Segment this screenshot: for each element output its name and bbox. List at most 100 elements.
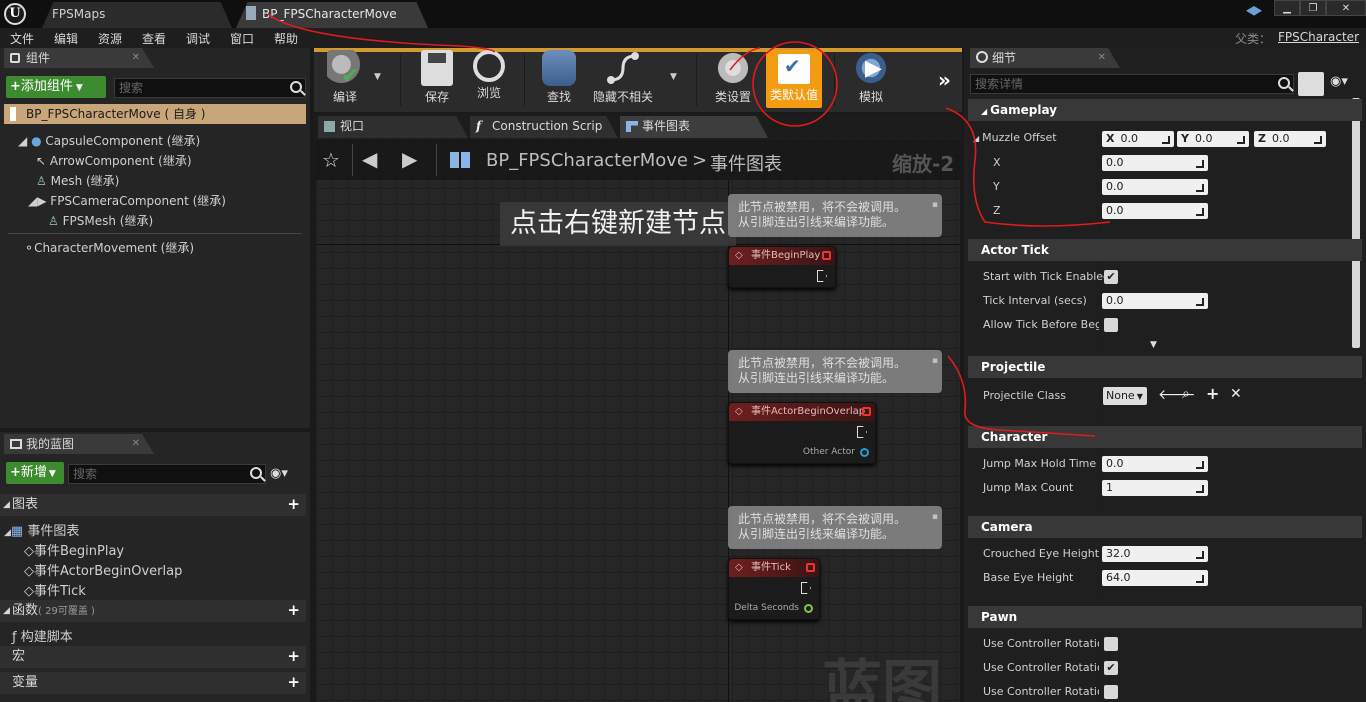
tree-item-movement[interactable]: ⚬CharacterMovement (继承) — [24, 239, 194, 256]
close-button[interactable]: ✕ — [1326, 0, 1366, 16]
event-node-beginplay[interactable]: ◇ 事件BeginPlay — [728, 246, 836, 288]
tree-item-arrow[interactable]: ↖ ArrowComponent (继承) — [36, 152, 192, 169]
tree-item-mesh[interactable]: ♙ Mesh (继承) — [36, 172, 119, 189]
new-button[interactable]: +新增 ▼ — [6, 462, 64, 484]
category-pawn[interactable]: Pawn — [968, 606, 1362, 628]
hide-unrelated-button[interactable]: 隐藏不相关 — [590, 50, 656, 110]
compile-button[interactable]: ✔ 编译 — [320, 50, 370, 110]
menu-window[interactable]: 窗口 — [230, 30, 254, 47]
tab-components[interactable]: 组件 ✕ — [4, 48, 154, 68]
tab-fpsmaps[interactable]: FPSMaps — [42, 2, 232, 28]
delegate-pin-icon[interactable] — [822, 251, 831, 260]
add-macro-icon[interactable]: + — [287, 649, 300, 664]
delegate-pin-icon[interactable] — [862, 407, 871, 416]
crouched-eye-field[interactable]: 32.0 — [1102, 546, 1208, 562]
muzzle-y-value[interactable]: 0.0 — [1102, 179, 1208, 195]
learn-icon[interactable] — [1246, 6, 1262, 16]
projectile-class-dropdown[interactable]: None ▼ — [1103, 387, 1147, 405]
event-node-actorbeginoverlap[interactable]: ◇ 事件ActorBeginOverlap Other Actor — [728, 402, 876, 464]
class-defaults-button[interactable]: ✔ 类默认值 — [766, 50, 822, 108]
category-character[interactable]: Character — [968, 426, 1362, 448]
use-selected-arrow-icon[interactable]: 🡐 — [1158, 386, 1196, 403]
visibility-eye-icon[interactable]: ◉▾ — [1330, 74, 1348, 89]
tab-event-graph[interactable]: 事件图表 — [620, 116, 768, 138]
close-icon[interactable]: ✕ — [132, 48, 140, 68]
compile-options-chevron-icon[interactable]: ▼ — [374, 72, 381, 82]
simulate-button[interactable]: ▶ 模拟 — [846, 50, 896, 110]
minimize-button[interactable]: ▁ — [1274, 0, 1300, 16]
muzzle-x-value[interactable]: 0.0 — [1102, 155, 1208, 171]
close-icon[interactable]: ✕ — [132, 434, 140, 454]
muzzle-y-field[interactable]: Y 0.0 — [1177, 131, 1249, 147]
parent-class-link[interactable]: FPSCharacter — [1278, 30, 1359, 44]
graphs-section[interactable]: ◢ 图表 + — [0, 494, 306, 516]
close-icon[interactable]: ✕ — [1098, 48, 1106, 68]
tick-interval-field[interactable]: 0.0 — [1102, 293, 1208, 309]
category-actor-tick[interactable]: Actor Tick — [968, 239, 1362, 261]
event-item[interactable]: ◇事件BeginPlay — [24, 540, 124, 559]
event-item[interactable]: ◇事件Tick — [24, 580, 86, 599]
toolbar-overflow-icon[interactable]: » — [938, 68, 951, 92]
allow-tick-checkbox[interactable] — [1104, 318, 1118, 332]
menu-debug[interactable]: 调试 — [186, 30, 210, 47]
tree-item-camera[interactable]: ◢▶ FPSCameraComponent (继承) — [28, 192, 226, 209]
add-graph-icon[interactable]: + — [287, 497, 300, 512]
exec-output-pin-icon[interactable] — [801, 582, 811, 594]
category-camera[interactable]: Camera — [968, 516, 1362, 538]
muzzle-z-value[interactable]: 0.0 — [1102, 203, 1208, 219]
find-button[interactable]: 查找 — [536, 50, 582, 110]
advanced-expand-icon[interactable]: ▼ — [1150, 340, 1157, 350]
macros-section[interactable]: 宏 + — [0, 646, 306, 668]
muzzle-z-field[interactable]: Z 0.0 — [1254, 131, 1326, 147]
tab-construction-script[interactable]: f Construction Scrip — [470, 116, 618, 138]
hide-options-chevron-icon[interactable]: ▼ — [670, 72, 677, 82]
tab-details[interactable]: 细节 ✕ — [970, 48, 1120, 68]
details-scrollbar[interactable] — [1352, 98, 1360, 348]
browse-magnifier-icon[interactable]: ⌕ — [1182, 386, 1190, 402]
property-matrix-icon[interactable] — [1298, 72, 1324, 96]
tab-viewport[interactable]: 视口 — [318, 116, 468, 138]
blueprint-search-input[interactable]: 搜索 — [68, 464, 266, 484]
save-button[interactable]: 保存 — [414, 50, 460, 110]
menu-help[interactable]: 帮助 — [274, 30, 298, 47]
visibility-eye-icon[interactable]: ◉▾ — [270, 466, 288, 481]
jump-count-field[interactable]: 1 — [1102, 480, 1208, 496]
root-component-row[interactable]: BP_FPSCharacterMove ( 自身 ) — [4, 104, 306, 124]
start-tick-checkbox[interactable]: ✔ — [1104, 270, 1118, 284]
menu-view[interactable]: 查看 — [142, 30, 166, 47]
exec-output-pin-icon[interactable] — [857, 426, 867, 438]
object-pin-icon[interactable] — [860, 448, 869, 457]
tab-bp-fpscharactermove[interactable]: BP_FPSCharacterMove — [236, 2, 428, 28]
base-eye-field[interactable]: 64.0 — [1102, 570, 1208, 586]
browse-button[interactable]: 浏览 — [466, 50, 512, 110]
favorite-star-icon[interactable]: ☆ — [322, 148, 340, 172]
event-node-tick[interactable]: ◇ 事件Tick Delta Seconds — [728, 558, 820, 620]
components-search-input[interactable]: 搜索 — [114, 78, 306, 98]
pawn-row-checkbox[interactable] — [1104, 685, 1118, 699]
add-variable-icon[interactable]: + — [287, 675, 300, 690]
exec-output-pin-icon[interactable] — [817, 270, 827, 282]
float-pin-icon[interactable] — [804, 604, 813, 613]
add-new-plus-icon[interactable]: + — [1206, 384, 1219, 403]
pin-icon[interactable]: ▪ — [932, 354, 938, 369]
jump-hold-field[interactable]: 0.0 — [1102, 456, 1208, 472]
add-function-icon[interactable]: + — [287, 603, 300, 618]
menu-asset[interactable]: 资源 — [98, 30, 122, 47]
construction-script-item[interactable]: ƒ 构建脚本 — [12, 626, 73, 645]
delegate-pin-icon[interactable] — [806, 563, 815, 572]
back-arrow-icon[interactable]: ◀ — [362, 147, 377, 171]
breadcrumb-root[interactable]: BP_FPSCharacterMove — [486, 150, 688, 171]
class-settings-button[interactable]: 类设置 — [708, 50, 758, 110]
restore-button[interactable]: ❐ — [1300, 0, 1326, 16]
menu-file[interactable]: 文件 — [10, 30, 34, 47]
clear-x-icon[interactable]: ✕ — [1230, 386, 1242, 402]
pin-icon[interactable]: ▪ — [932, 510, 938, 525]
tree-item-capsule[interactable]: ◢ ● CapsuleComponent (继承) — [18, 132, 200, 149]
category-projectile[interactable]: Projectile — [968, 356, 1362, 378]
event-graph-item[interactable]: ◢▦ 事件图表 — [4, 520, 79, 539]
pawn-row-checkbox[interactable]: ✔ — [1104, 661, 1118, 675]
category-gameplay[interactable]: ◢ Gameplay — [968, 99, 1362, 121]
tab-my-blueprint[interactable]: 我的蓝图 ✕ — [4, 434, 154, 454]
muzzle-x-field[interactable]: X 0.0 — [1102, 131, 1174, 147]
event-item[interactable]: ◇事件ActorBeginOverlap — [24, 560, 182, 579]
